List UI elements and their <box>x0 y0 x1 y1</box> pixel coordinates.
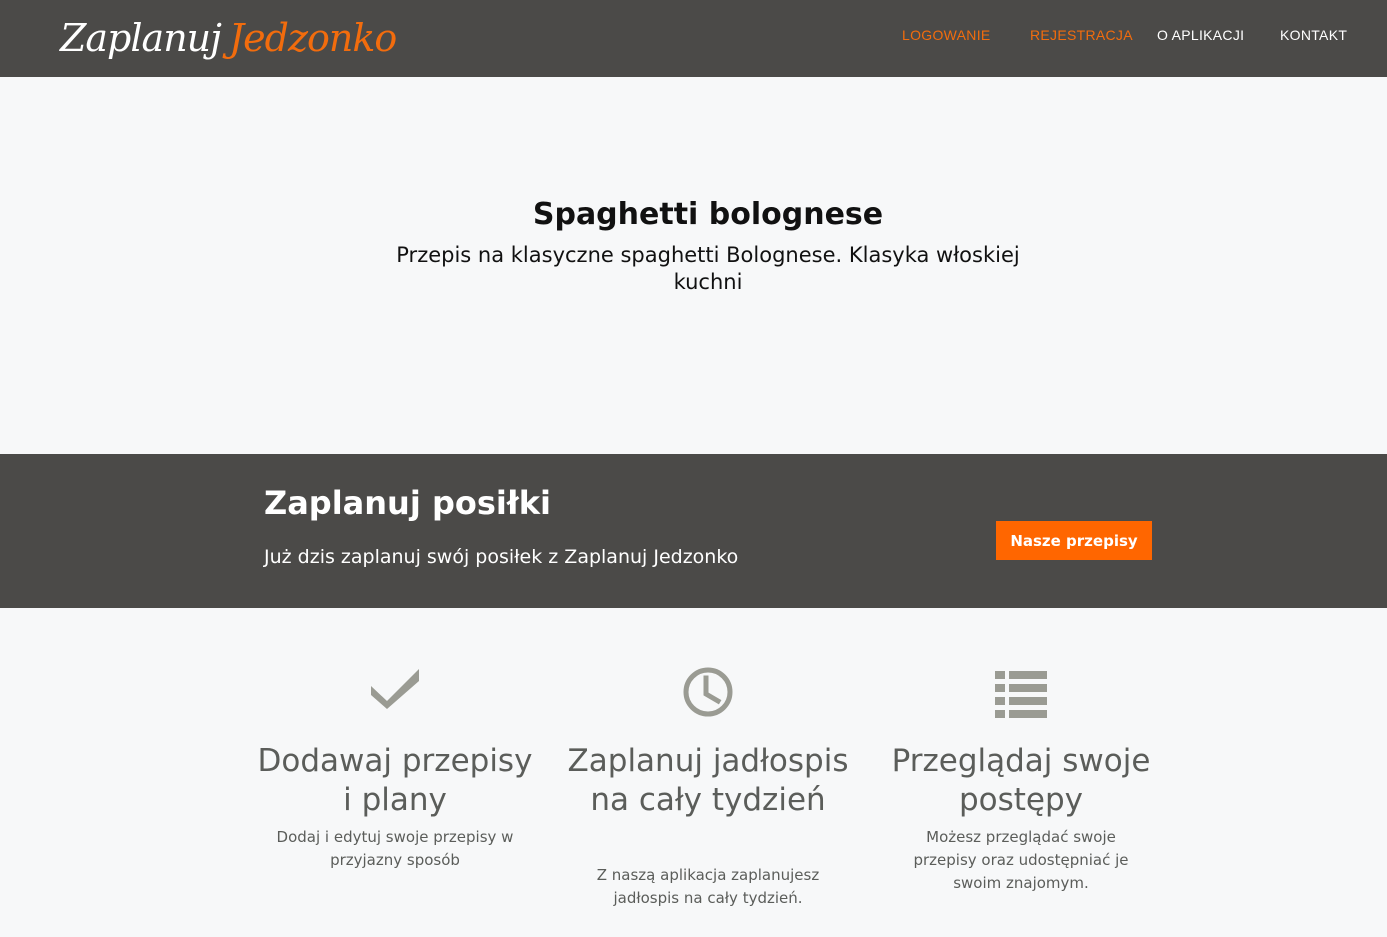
check-icon <box>371 669 419 709</box>
feature-title: Dodawaj przepisy i plany <box>257 743 533 818</box>
navbar: Zaplanuj Jedzonko LOGOWANIE REJESTRACJA O… <box>0 0 1387 77</box>
nav-login[interactable]: LOGOWANIE <box>902 27 991 47</box>
band-title: Zaplanuj posiłki <box>264 484 551 522</box>
list-icon <box>995 671 1047 718</box>
logo-text-accent: Jedzonko <box>228 16 397 60</box>
feature-description: Dodaj i edytuj swoje przepisy w przyjazn… <box>276 828 514 869</box>
recipe-description: Przepis na klasyczne spaghetti Bolognese… <box>396 243 1020 294</box>
feature-title: Zaplanuj jadłospis na cały tydzień <box>567 743 849 818</box>
logo[interactable]: Zaplanuj Jedzonko <box>60 8 397 68</box>
recipes-button[interactable]: Nasze przepisy <box>996 521 1152 560</box>
cta-band: Zaplanuj posiłki Już dzis zaplanuj swój … <box>0 454 1387 608</box>
feature-description: Z naszą aplikacja zaplanujesz jadłospis … <box>596 866 820 907</box>
clock-icon <box>683 667 733 717</box>
feature-title: Przeglądaj swoje postępy <box>891 743 1151 818</box>
features-section: Dodawaj przepisy i plany Dodaj i edytuj … <box>0 608 1387 937</box>
nav-contact[interactable]: KONTAKT <box>1280 27 1347 47</box>
recipe-title: Spaghetti bolognese <box>532 197 884 232</box>
feature-description: Możesz przeglądać swoje przepisy oraz ud… <box>913 828 1129 892</box>
nav-about[interactable]: O APLIKACJI <box>1157 27 1244 47</box>
band-text: Już dzis zaplanuj swój posiłek z Zaplanu… <box>264 546 739 568</box>
nav-register[interactable]: REJESTRACJA <box>1030 27 1133 47</box>
logo-text-main: Zaplanuj <box>60 16 222 60</box>
hero-section: Spaghetti bolognese Przepis na klasyczne… <box>0 77 1387 454</box>
